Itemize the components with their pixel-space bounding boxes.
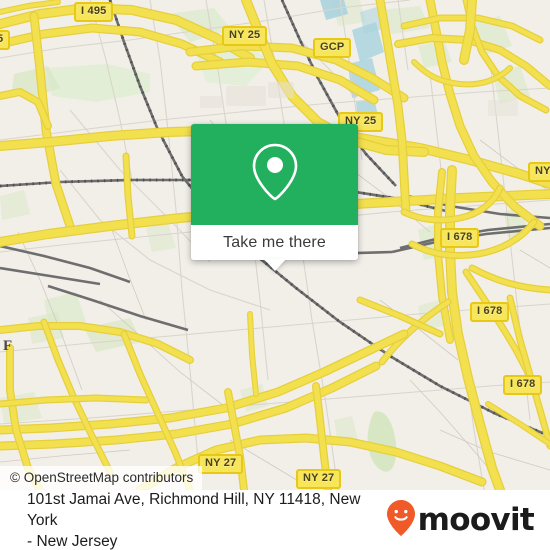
road-shield-i495[interactable]: I 495 (74, 2, 114, 22)
road-shield-i678-upper[interactable]: I 678 (440, 228, 480, 248)
map-stray-label: F (3, 338, 13, 354)
take-me-there-popup[interactable]: Take me there (191, 124, 358, 271)
address-line-2: - New Jersey (27, 532, 118, 550)
road-shield-i678-lower[interactable]: I 678 (503, 375, 543, 395)
map-screenshot-root: .rd { stroke:#f3e04e; stroke-linecap:rou… (0, 0, 550, 550)
road-shield-ny25-top[interactable]: NY 25 (222, 26, 268, 46)
popup-header (191, 124, 358, 225)
map-attribution[interactable]: © OpenStreetMap contributors (0, 466, 203, 490)
footer-bar: 101st Jamai Ave, Richmond Hill, NY 11418… (0, 490, 550, 550)
location-address: 101st Jamai Ave, Richmond Hill, NY 11418… (27, 489, 386, 550)
road-shield-ny27-right[interactable]: NY 27 (296, 469, 342, 489)
road-shield-left-edge[interactable]: 5 (0, 30, 11, 50)
popup-pointer (263, 259, 286, 271)
map-canvas[interactable]: .rd { stroke:#f3e04e; stroke-linecap:rou… (0, 0, 550, 490)
road-shield-i678-mid[interactable]: I 678 (470, 302, 510, 322)
popup-action-label: Take me there (223, 233, 326, 251)
moovit-brand[interactable]: moovit (386, 499, 542, 542)
road-shield-ny27-left[interactable]: NY 27 (198, 454, 244, 474)
moovit-wordmark: moovit (417, 501, 535, 538)
address-line-1: 101st Jamai Ave, Richmond Hill, NY 11418… (27, 490, 361, 529)
road-shield-ny-right[interactable]: NY (528, 162, 550, 182)
map-pin-icon (249, 141, 301, 208)
popup-action-bar[interactable]: Take me there (191, 225, 358, 260)
road-shield-gcp[interactable]: GCP (313, 38, 352, 58)
moovit-smiley-pin-icon (386, 499, 416, 542)
